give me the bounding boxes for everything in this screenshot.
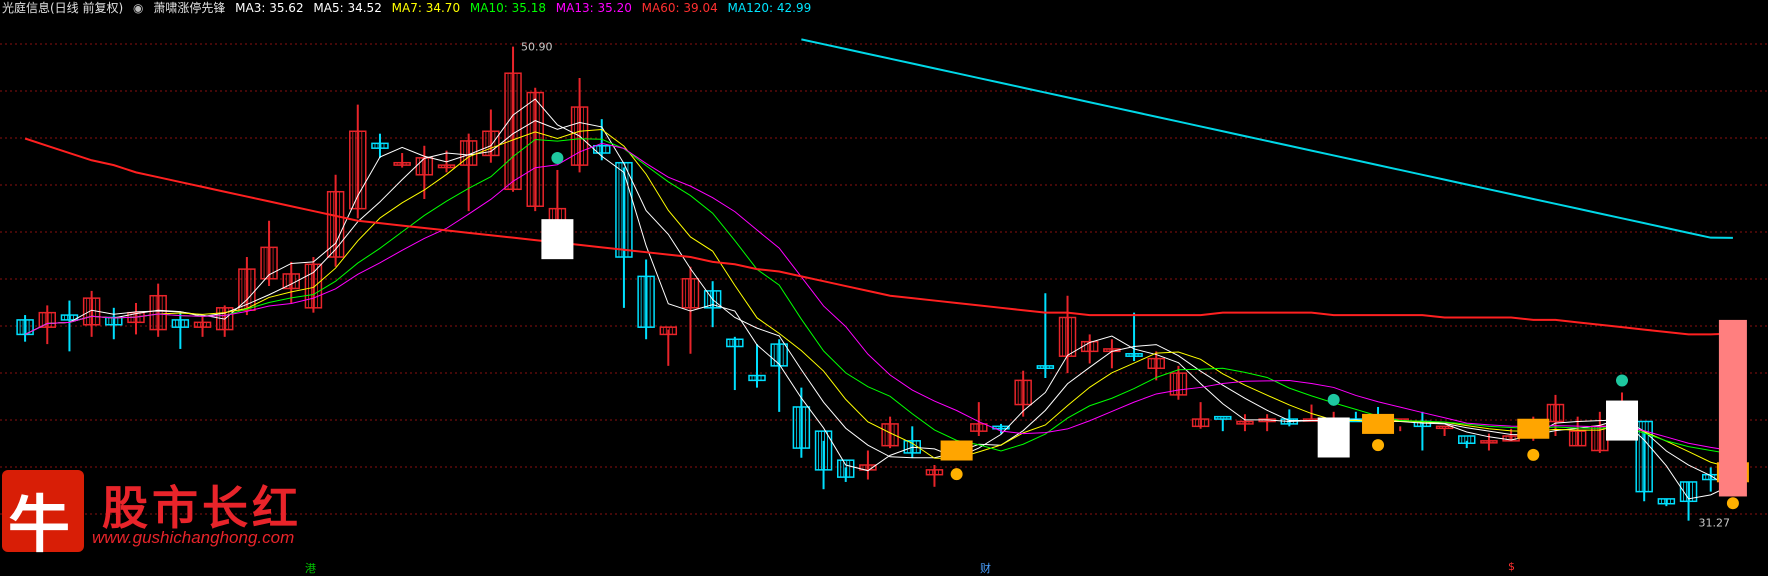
logo-url: www.gushichanghong.com — [92, 528, 295, 547]
sell-signal-icon — [1616, 374, 1629, 387]
sell-signal-icon — [1327, 393, 1340, 406]
ma3-line — [24, 98, 1734, 500]
logo-badge: 牛 — [2, 470, 84, 561]
high-price-label: 50.90 — [521, 41, 553, 54]
ma7-line — [24, 129, 1734, 469]
event-marker-hk[interactable]: 港 — [305, 560, 316, 576]
buy-signal-icon — [950, 468, 963, 481]
limit-up-bar — [1718, 319, 1747, 497]
event-marker-dividend[interactable]: $ — [1508, 560, 1515, 573]
buy-signal-icon — [1527, 448, 1540, 461]
buy-signal-icon — [1726, 497, 1739, 510]
candle-down — [1214, 415, 1232, 420]
event-marker-finance[interactable]: 财 — [980, 560, 991, 576]
signal-block — [541, 219, 574, 260]
signal-block — [940, 440, 973, 461]
logo-glyph: 牛 — [8, 488, 71, 561]
signal-block — [1606, 400, 1639, 441]
ma120-line — [801, 38, 1733, 239]
signal-block — [1317, 417, 1350, 458]
candle-up — [1435, 425, 1454, 430]
low-price-label: 31.27 — [1699, 517, 1731, 530]
signal-block — [1362, 413, 1395, 434]
sell-signal-icon — [551, 151, 564, 164]
watermark-logo: 牛 股市长红 www.gushichanghong.com — [2, 470, 312, 561]
ma13-line — [24, 142, 1733, 452]
signal-block — [1517, 418, 1550, 439]
buy-signal-icon — [1372, 439, 1385, 452]
